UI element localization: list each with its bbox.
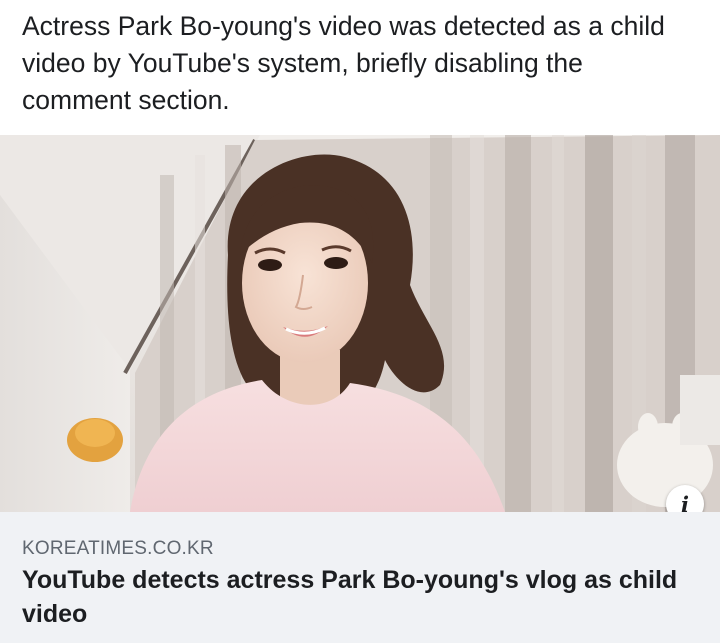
- link-headline[interactable]: YouTube detects actress Park Bo-young's …: [22, 563, 702, 631]
- link-domain: KOREATIMES.CO.KR: [22, 538, 214, 559]
- link-thumbnail-image[interactable]: i: [0, 135, 720, 512]
- link-preview-card[interactable]: i KOREATIMES.CO.KR YouTube detects actre…: [0, 135, 720, 643]
- post-text: Actress Park Bo-young's video was detect…: [22, 11, 665, 115]
- info-glyph: i: [681, 491, 689, 513]
- link-meta[interactable]: KOREATIMES.CO.KR YouTube detects actress…: [0, 512, 720, 643]
